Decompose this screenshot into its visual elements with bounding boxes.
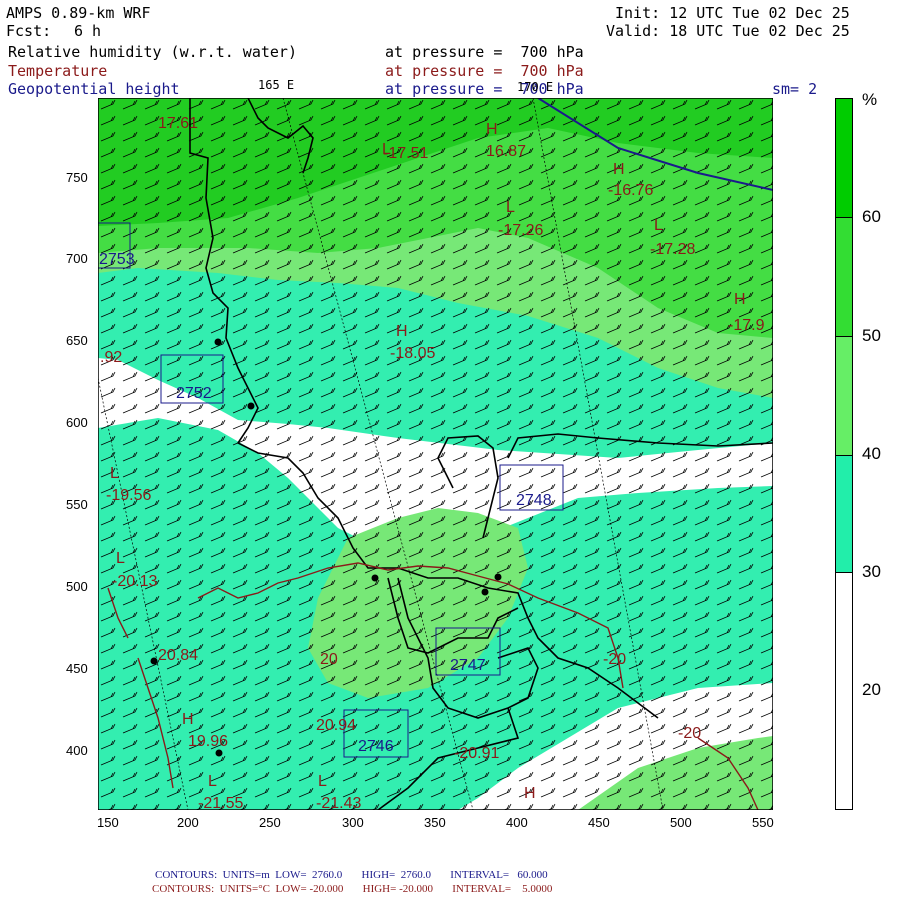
x-tick: 150 <box>97 815 119 830</box>
colorbar-label-30: 30 <box>862 562 881 581</box>
map-panel: 17.61 -17.51 16.87 -16.76 -17.26 -17.28 … <box>98 98 773 810</box>
x-tick: 550 <box>752 815 774 830</box>
low-marker: L <box>654 217 663 234</box>
x-tick: 500 <box>670 815 692 830</box>
x-tick: 300 <box>342 815 364 830</box>
low-marker: L <box>318 773 327 790</box>
colorbar-40 <box>835 336 853 456</box>
y-tick: 400 <box>66 743 88 758</box>
colorbar-label-50: 50 <box>862 326 881 345</box>
y-tick: 750 <box>66 170 88 185</box>
colorbar-label-40: 40 <box>862 444 881 463</box>
colorbar-50 <box>835 217 853 337</box>
temp-label-9: -19.56 <box>106 487 151 504</box>
height-label-2: 2752 <box>176 385 212 402</box>
low-marker: L <box>116 550 125 567</box>
height-label-3: 2748 <box>516 492 552 509</box>
field-temperature: Temperature <box>8 62 108 80</box>
temp-label-19: 20 <box>320 651 338 668</box>
temp-label-12: 19.96 <box>188 733 228 750</box>
temp-label-5: -17.26 <box>498 222 543 239</box>
colorbar-label-20: 20 <box>862 680 881 699</box>
colorbar-unit: % <box>862 90 878 109</box>
high-marker: H <box>613 161 625 178</box>
smoothing-label: sm= 2 <box>772 80 818 98</box>
lon-165-label: 165 E <box>258 78 295 92</box>
model-title: AMPS 0.89-km WRF <box>6 4 151 22</box>
x-tick: 200 <box>177 815 199 830</box>
temp-label-8: -18.05 <box>390 345 435 362</box>
low-marker: L <box>382 141 391 158</box>
low-marker: L <box>208 773 217 790</box>
y-tick: 550 <box>66 497 88 512</box>
height-label-5: 2746 <box>358 738 394 755</box>
temp-label-13: -21.55 <box>198 795 243 810</box>
colorbar-label-60: 60 <box>862 207 881 226</box>
temp-label-18: -20 <box>678 725 701 742</box>
pressure-geopotential: at pressure = 700 hPa <box>385 80 584 98</box>
temp-label-20: .92 <box>100 349 122 366</box>
lon-170-label: 170 E <box>517 80 554 94</box>
high-marker: H <box>486 121 498 138</box>
init-time: Init: 12 UTC Tue 02 Dec 25 <box>615 4 850 22</box>
pressure-temperature: at pressure = 700 hPa <box>385 62 584 80</box>
x-tick: 250 <box>259 815 281 830</box>
height-label-4: 2747 <box>450 657 486 674</box>
temp-label-10: -20.13 <box>112 573 157 590</box>
high-marker: H <box>396 323 408 340</box>
y-tick: 500 <box>66 579 88 594</box>
valid-time: Valid: 18 UTC Tue 02 Dec 25 <box>606 22 850 40</box>
colorbar-20 <box>835 572 853 810</box>
pressure-rh: at pressure = 700 hPa <box>385 43 584 61</box>
temp-label-11: 20.84 <box>158 647 198 664</box>
field-geopotential: Geopotential height <box>8 80 180 98</box>
temp-label-15: 20.94 <box>316 717 356 734</box>
high-marker: H <box>182 711 194 728</box>
footer-temperature-contours: CONTOURS: UNITS=°C LOW= -20.000 HIGH= -2… <box>152 883 553 895</box>
temp-label-6: -17.28 <box>650 241 695 258</box>
footer-height-contours: CONTOURS: UNITS=m LOW= 2760.0 HIGH= 2760… <box>155 869 548 881</box>
temp-label-3: 16.87 <box>486 143 526 160</box>
x-tick: 450 <box>588 815 610 830</box>
x-tick: 400 <box>506 815 528 830</box>
temp-label-17: -20 <box>603 651 626 668</box>
temp-label-4: -16.76 <box>608 182 653 199</box>
colorbar-30 <box>835 455 853 573</box>
y-tick: 650 <box>66 333 88 348</box>
y-tick: 600 <box>66 415 88 430</box>
map-svg: 17.61 -17.51 16.87 -16.76 -17.26 -17.28 … <box>98 98 773 810</box>
temp-label-7: -17.9 <box>728 317 765 334</box>
field-rh: Relative humidity (w.r.t. water) <box>8 43 297 61</box>
high-marker: H <box>734 291 746 308</box>
low-marker: L <box>506 199 515 216</box>
temp-label-14: -21.43 <box>316 795 361 810</box>
temp-label-1: 17.61 <box>158 115 198 132</box>
temp-label-16: -20.91 <box>454 745 499 762</box>
x-tick: 350 <box>424 815 446 830</box>
height-label-1: 2753 <box>99 251 135 268</box>
forecast-label: Fcst: <box>6 22 52 40</box>
high-marker: H <box>524 785 536 802</box>
low-marker: L <box>110 465 119 482</box>
colorbar-60 <box>835 98 853 218</box>
y-tick: 700 <box>66 251 88 266</box>
y-tick: 450 <box>66 661 88 676</box>
wind-barbs <box>98 98 773 810</box>
forecast-value: 6 h <box>74 22 102 40</box>
